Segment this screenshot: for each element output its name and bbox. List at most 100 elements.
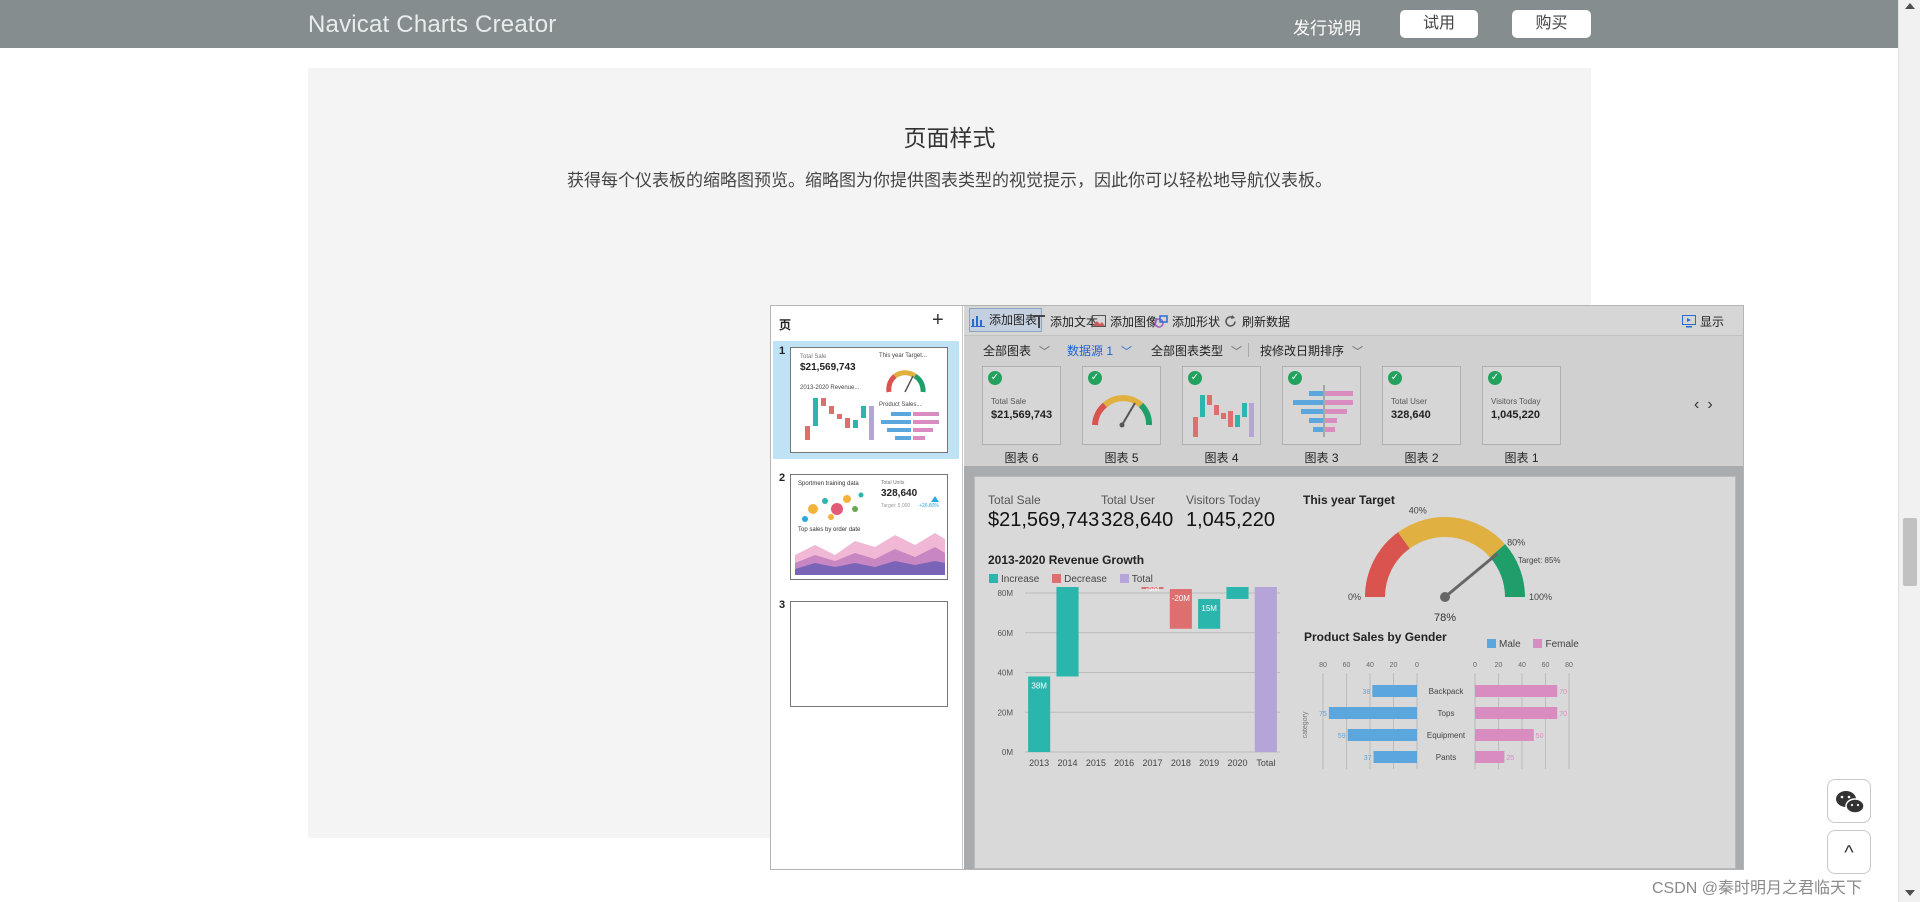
chart-card-label: 图表 3: [1304, 451, 1339, 465]
card-kpi-value: 1,045,220: [1491, 409, 1540, 421]
filter-bar: 全部图表 ﹀ 数据源 1 ﹀ 全部图表类型 ﹀ 按修改日期排序 ﹀: [964, 336, 1743, 360]
chart-card-label: 图表 5: [1104, 451, 1139, 465]
bar-data-label: -20M: [1172, 594, 1191, 603]
wechat-button[interactable]: [1827, 779, 1871, 823]
page-item-1[interactable]: 1 Total Sale $21,569,743 This year Targe…: [773, 341, 959, 459]
x-tick-label: 20: [1495, 662, 1503, 669]
male-bar: [1372, 685, 1417, 697]
y-tick-label: 60M: [997, 629, 1013, 638]
bar-data-label: 38: [1363, 689, 1371, 696]
workspace: 添加图表 添加文本 添加图像 添加形状 刷新数据 显示 全部图表 ﹀ 数据源 1…: [964, 306, 1743, 869]
display-icon: [1682, 315, 1696, 328]
gauge-band: [1365, 532, 1411, 598]
display-button[interactable]: 显示: [1681, 313, 1724, 331]
chart-types-dropdown[interactable]: 全部图表类型 ﹀: [1151, 342, 1242, 359]
datasource-dropdown[interactable]: 数据源 1 ﹀: [1067, 342, 1132, 359]
gauge-needle: [1444, 552, 1499, 599]
pages-panel: 页 + 1 Total Sale $21,569,743 This year T…: [771, 306, 963, 869]
bar-data-label: 15M: [1201, 604, 1217, 613]
legend-item-increase: Increase: [989, 574, 1039, 585]
x-tick-label: 80: [1319, 662, 1327, 669]
page-thumbnail: Sportmen training data Total Units 328,6…: [790, 474, 948, 580]
male-bar: [1347, 729, 1417, 741]
brand-logo[interactable]: Navicat Charts Creator: [308, 11, 556, 39]
card-kpi-label: Visitors Today: [1491, 397, 1541, 406]
top-navbar: Navicat Charts Creator 发行说明 试用 购买: [0, 0, 1898, 48]
x-tick-label: 2018: [1171, 758, 1191, 768]
chart-card-5[interactable]: ✓: [1082, 366, 1161, 445]
card-kpi-value: 328,640: [1391, 409, 1431, 421]
sort-label: 按修改日期排序: [1260, 344, 1345, 358]
x-tick-label: 60: [1343, 662, 1351, 669]
legend-label: Increase: [1001, 574, 1040, 585]
add-shape-button[interactable]: 添加形状: [1153, 313, 1220, 331]
legend-item-total: Total: [1119, 574, 1153, 585]
bar-data-label: 75: [1319, 711, 1327, 718]
add-image-button[interactable]: 添加图像: [1091, 313, 1158, 331]
product-sales-chart: 80 60 40 20 0 0 20 40 60 80 category 38 70 Backpack 75…: [1302, 662, 1573, 769]
waterfall-title: 2013-2020 Revenue Growth: [988, 553, 1145, 567]
chart-card-1[interactable]: ✓ Visitors Today 1,045,220: [1482, 366, 1561, 445]
chevron-right-icon[interactable]: ›: [1707, 396, 1720, 413]
gauge-tick-label: 80%: [1507, 537, 1525, 547]
add-text-button[interactable]: 添加文本: [1031, 313, 1098, 331]
section-title: 页面样式: [903, 125, 996, 151]
scroll-down-arrow-icon[interactable]: [1905, 890, 1915, 896]
csdn-watermark: CSDN @秦时明月之君临天下: [1652, 880, 1863, 897]
x-tick-label: 60: [1542, 662, 1550, 669]
x-tick-label: 0: [1415, 662, 1419, 669]
legend-item-decrease: Decrease: [1052, 574, 1107, 585]
legend-item-male: Male: [1487, 639, 1521, 650]
chart-card-label: 图表 4: [1204, 451, 1239, 465]
category-label: Backpack: [1429, 687, 1465, 696]
all-charts-dropdown[interactable]: 全部图表 ﹀: [983, 342, 1050, 359]
waterfall-legend: Increase Decrease Total: [989, 574, 1163, 585]
x-tick-label: Total: [1256, 758, 1275, 768]
add-page-icon[interactable]: +: [932, 309, 944, 332]
category-label: Equipment: [1427, 731, 1466, 740]
page-item-3[interactable]: 3: [773, 595, 959, 713]
male-bar: [1373, 751, 1417, 763]
add-shape-label: 添加形状: [1172, 315, 1221, 329]
page-item-2[interactable]: 2 Sportmen training data Total Units 328…: [773, 468, 959, 586]
sort-dropdown[interactable]: 按修改日期排序 ﹀: [1260, 342, 1363, 359]
chart-card-2[interactable]: ✓ Total User 328,640: [1382, 366, 1461, 445]
legend-label: Total: [1131, 574, 1153, 585]
page-scrollbar[interactable]: [1898, 0, 1920, 902]
waterfall-thumbnail-graphic: [1193, 395, 1254, 437]
x-tick-label: 0: [1473, 662, 1477, 669]
back-to-top-button[interactable]: ^: [1827, 830, 1871, 874]
bar-data-label: 25: [1506, 755, 1514, 762]
buy-button[interactable]: 购买: [1512, 10, 1591, 38]
chart-card-4[interactable]: ✓: [1182, 366, 1261, 445]
chart-card-3[interactable]: ✓: [1282, 366, 1361, 445]
chevron-left-icon[interactable]: ‹: [1694, 396, 1707, 413]
refresh-data-button[interactable]: 刷新数据: [1223, 313, 1290, 331]
card-pager: ‹›: [1694, 396, 1721, 414]
product-screenshot: 页 + 1 Total Sale $21,569,743 This year T…: [770, 305, 1744, 870]
dashboard-canvas: Total Sale $21,569,743 Total User 328,64…: [964, 466, 1743, 869]
trial-button[interactable]: 试用: [1400, 10, 1478, 38]
image-icon: [1092, 315, 1106, 327]
y-tick-label: 20M: [997, 708, 1013, 717]
card-kpi-label: Total User: [1391, 397, 1428, 406]
scroll-up-arrow-icon[interactable]: [1905, 3, 1915, 9]
waterfall-chart: 0M20M40M60M80M38M201369M2014-10M2015-10M…: [997, 587, 1280, 768]
page-thumbnail: [790, 601, 948, 707]
kpi-label: Visitors Today: [1186, 493, 1261, 507]
scrollbar-thumb[interactable]: [1903, 518, 1917, 586]
waterfall-bar: [1056, 587, 1079, 677]
chart-card-6[interactable]: ✓ Total Sale $21,569,743: [982, 366, 1061, 445]
add-image-label: 添加图像: [1110, 315, 1159, 329]
dashboard-page[interactable]: Total Sale $21,569,743 Total User 328,64…: [974, 476, 1736, 869]
chevron-down-icon: ﹀: [1231, 346, 1243, 358]
x-tick-label: 2019: [1199, 758, 1219, 768]
legend-swatch: [1533, 639, 1543, 648]
kpi-label: Total User: [1101, 493, 1156, 507]
page-number: 2: [779, 472, 786, 484]
wechat-icon: [1836, 791, 1865, 814]
check-icon: ✓: [1388, 371, 1402, 385]
x-tick-label: 40: [1366, 662, 1374, 669]
release-notes-link[interactable]: 发行说明: [1293, 14, 1361, 39]
kpi-value: 328,640: [1101, 509, 1174, 531]
